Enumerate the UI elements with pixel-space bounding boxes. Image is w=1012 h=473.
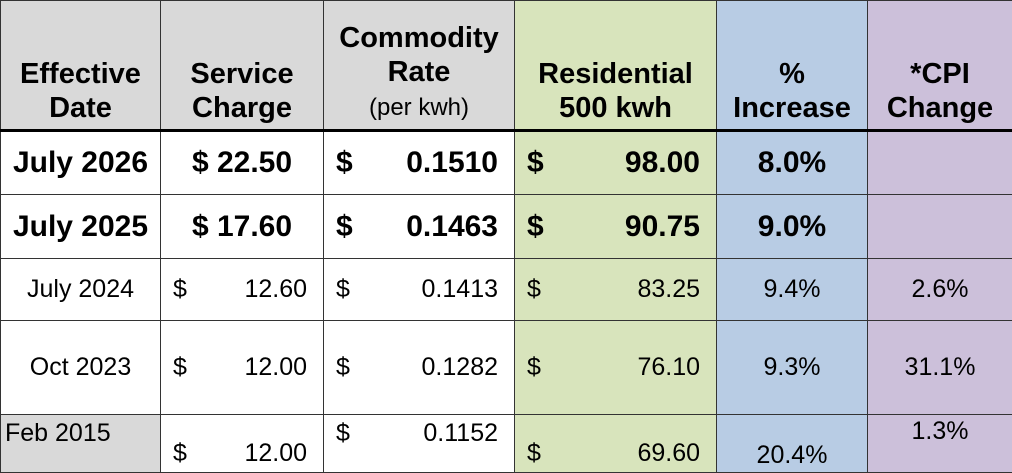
effective-date-cell: Oct 2023 bbox=[1, 321, 161, 415]
rate-table: Effective Date Service Charge Commodity … bbox=[0, 0, 1012, 473]
cpi-change-cell: 31.1% bbox=[868, 321, 1012, 415]
effective-date-cell: Feb 2015 bbox=[1, 415, 161, 473]
cpi-change-cell: 1.3% bbox=[868, 415, 1012, 473]
cpi-change-cell bbox=[868, 195, 1012, 259]
cpi-change-cell bbox=[868, 131, 1012, 195]
increase-cell: 9.4% bbox=[717, 259, 868, 321]
effective-date-cell: July 2024 bbox=[1, 259, 161, 321]
table-row: Oct 2023 $12.00 $0.1282 $76.10 9.3% 31.1… bbox=[1, 321, 1012, 415]
commodity-rate-cell: $0.1463 bbox=[324, 195, 515, 259]
header-increase: % Increase bbox=[717, 1, 868, 131]
header-cpi-change: *CPI Change bbox=[868, 1, 1012, 131]
effective-date-cell: July 2026 bbox=[1, 131, 161, 195]
cpi-change-cell: 2.6% bbox=[868, 259, 1012, 321]
residential-cell: $98.00 bbox=[515, 131, 717, 195]
service-charge-cell: $12.60 bbox=[161, 259, 324, 321]
header-row: Effective Date Service Charge Commodity … bbox=[1, 1, 1012, 131]
service-charge-cell: $12.00 bbox=[161, 321, 324, 415]
residential-cell: $83.25 bbox=[515, 259, 717, 321]
commodity-rate-cell: $0.1413 bbox=[324, 259, 515, 321]
commodity-rate-cell: $0.1152 bbox=[324, 415, 515, 473]
residential-cell: $90.75 bbox=[515, 195, 717, 259]
residential-cell: $69.60 bbox=[515, 415, 717, 473]
service-charge-cell: $ 22.50 bbox=[161, 131, 324, 195]
table-row: July 2025 $ 17.60 $0.1463 $90.75 9.0% bbox=[1, 195, 1012, 259]
table-row: July 2026 $ 22.50 $0.1510 $98.00 8.0% bbox=[1, 131, 1012, 195]
increase-cell: 8.0% bbox=[717, 131, 868, 195]
header-effective-date: Effective Date bbox=[1, 1, 161, 131]
residential-cell: $76.10 bbox=[515, 321, 717, 415]
commodity-rate-cell: $0.1282 bbox=[324, 321, 515, 415]
table-row: July 2024 $12.60 $0.1413 $83.25 9.4% 2.6… bbox=[1, 259, 1012, 321]
commodity-rate-cell: $0.1510 bbox=[324, 131, 515, 195]
increase-cell: 9.3% bbox=[717, 321, 868, 415]
header-residential: Residential 500 kwh bbox=[515, 1, 717, 131]
header-service-charge: Service Charge bbox=[161, 1, 324, 131]
service-charge-cell: $ 17.60 bbox=[161, 195, 324, 259]
effective-date-cell: July 2025 bbox=[1, 195, 161, 259]
increase-cell: 20.4% bbox=[717, 415, 868, 473]
service-charge-cell: $12.00 bbox=[161, 415, 324, 473]
table-row: Feb 2015 $12.00 $0.1152 $69.60 20.4% 1.3… bbox=[1, 415, 1012, 473]
increase-cell: 9.0% bbox=[717, 195, 868, 259]
header-commodity-rate: Commodity Rate (per kwh) bbox=[324, 1, 515, 131]
